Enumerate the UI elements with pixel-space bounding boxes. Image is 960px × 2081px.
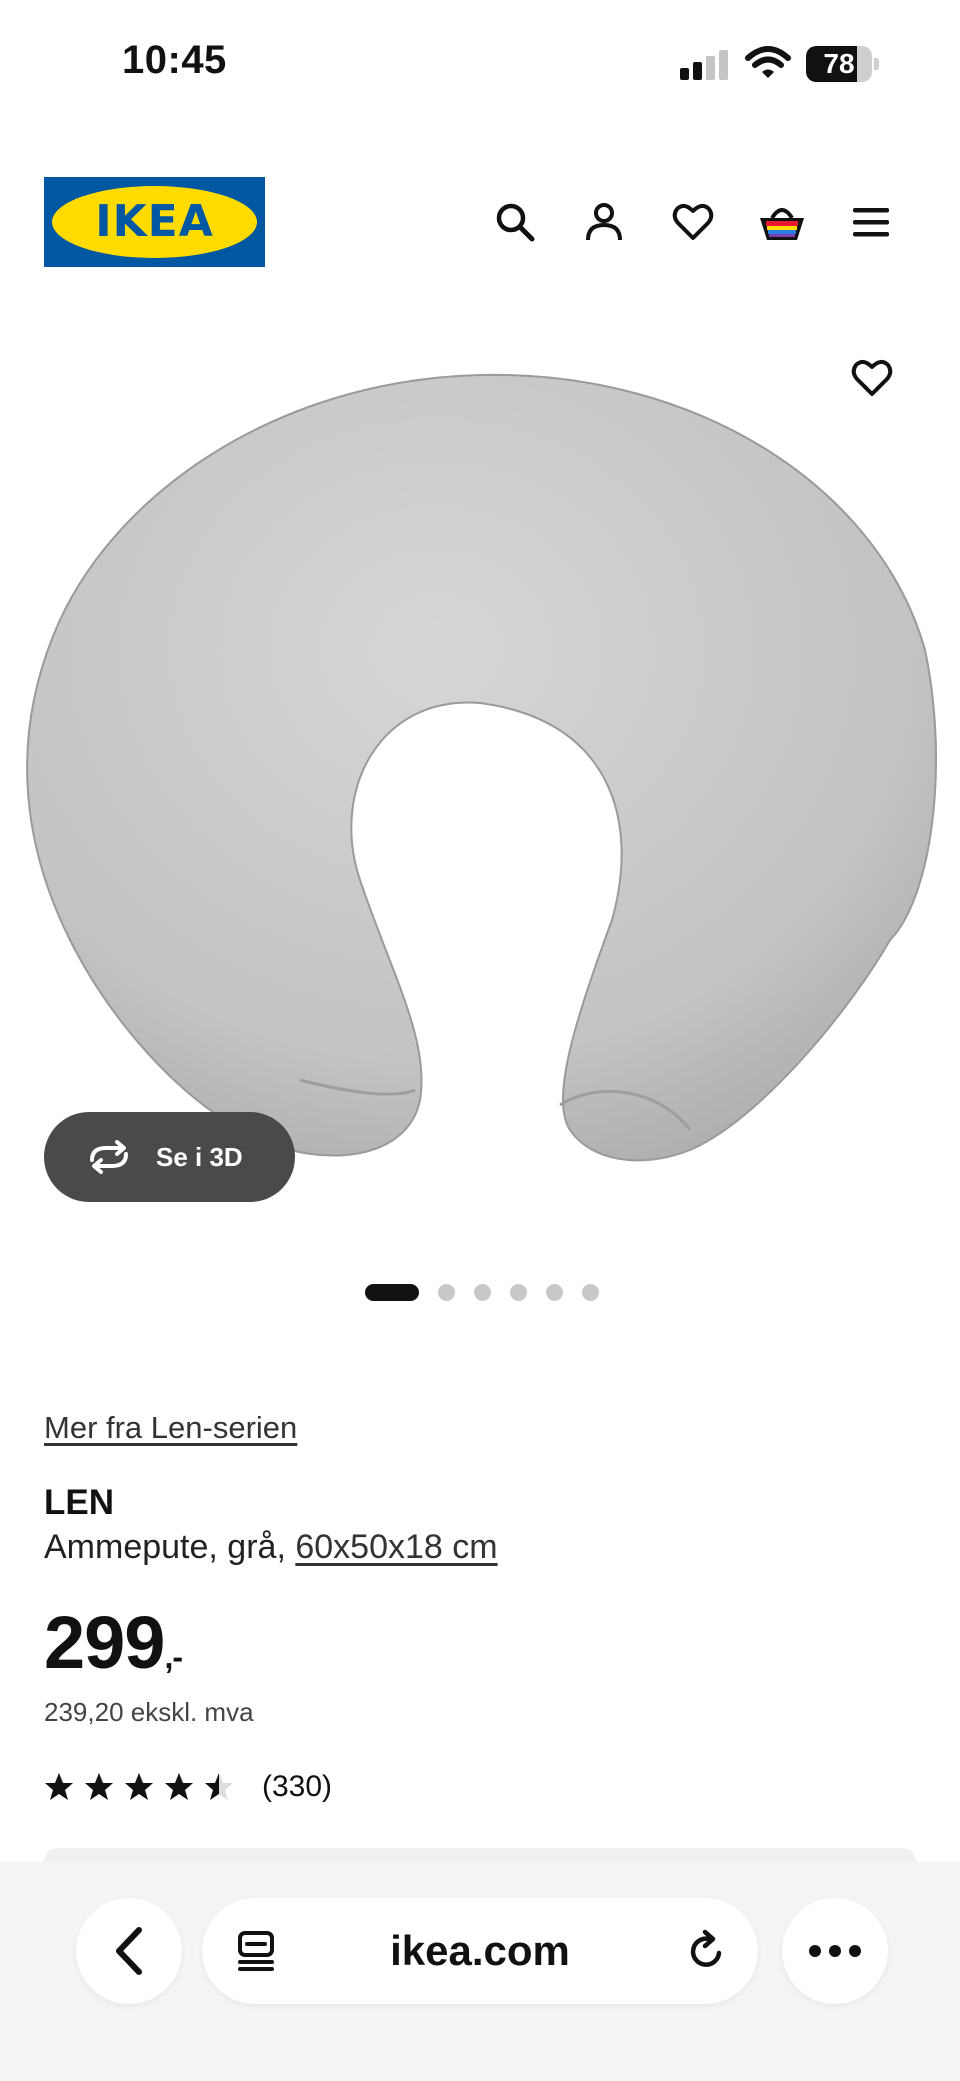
browser-toolbar: ikea.com	[0, 1862, 960, 2081]
status-time: 10:45	[122, 38, 227, 82]
gallery-dot[interactable]	[546, 1284, 563, 1301]
battery-icon: 78	[806, 46, 879, 82]
star-icon	[165, 1773, 193, 1800]
size-link[interactable]: 60x50x18 cm	[295, 1528, 497, 1566]
star-icon	[45, 1773, 73, 1800]
cellular-signal-icon	[680, 50, 730, 80]
star-icon	[205, 1773, 233, 1800]
product-type-text: Ammepute, grå,	[44, 1528, 296, 1566]
product-name: LEN	[44, 1483, 114, 1522]
ellipsis-icon	[809, 1945, 861, 1957]
ikea-logo[interactable]: IKEA	[44, 177, 265, 267]
heart-outline-icon	[851, 360, 893, 396]
reload-icon[interactable]	[680, 1924, 734, 1978]
price-suffix: ,-	[164, 1639, 183, 1675]
review-count: (330)	[262, 1770, 333, 1803]
more-options-button[interactable]	[782, 1898, 888, 2004]
gallery-pagination	[0, 1281, 960, 1301]
gallery-dot[interactable]	[582, 1284, 599, 1301]
back-button[interactable]	[76, 1898, 182, 2004]
account-icon[interactable]	[576, 194, 632, 250]
price-excl-vat: 239,20 ekskl. mva	[44, 1697, 254, 1727]
gallery-dot[interactable]	[438, 1284, 455, 1301]
wifi-icon	[745, 46, 791, 80]
heart-icon[interactable]	[665, 194, 721, 250]
search-icon[interactable]	[487, 194, 543, 250]
address-bar[interactable]: ikea.com	[202, 1898, 758, 2004]
view-in-3d-button[interactable]: Se i 3D	[44, 1112, 295, 1202]
url-text: ikea.com	[390, 1927, 570, 1974]
view-in-3d-label: Se i 3D	[156, 1141, 243, 1172]
logo-text: IKEA	[95, 196, 214, 247]
basket-icon[interactable]	[754, 194, 810, 250]
product-image-gallery[interactable]: Se i 3D	[0, 320, 960, 1270]
product-rating[interactable]: (330)	[44, 1767, 332, 1807]
rotate-3d-icon	[90, 1140, 128, 1174]
gallery-dot[interactable]	[510, 1284, 527, 1301]
star-icon	[85, 1773, 113, 1800]
save-favorite-button[interactable]	[842, 348, 902, 408]
series-link[interactable]: Mer fra Len-serien	[44, 1410, 297, 1446]
info-card-edge	[44, 1848, 916, 1862]
product-price: 299,-	[44, 1600, 183, 1685]
gallery-dot[interactable]	[474, 1284, 491, 1301]
product-description: Ammepute, grå, 60x50x18 cm	[44, 1528, 498, 1567]
price-value: 299	[44, 1601, 165, 1684]
site-header: IKEA	[0, 160, 960, 300]
battery-level: 78	[823, 48, 855, 79]
status-bar: 10:45 78	[0, 0, 960, 130]
star-icon	[125, 1773, 153, 1800]
menu-icon[interactable]	[843, 194, 899, 250]
chevron-left-icon	[116, 1927, 142, 1975]
gallery-dot-active[interactable]	[365, 1284, 419, 1301]
